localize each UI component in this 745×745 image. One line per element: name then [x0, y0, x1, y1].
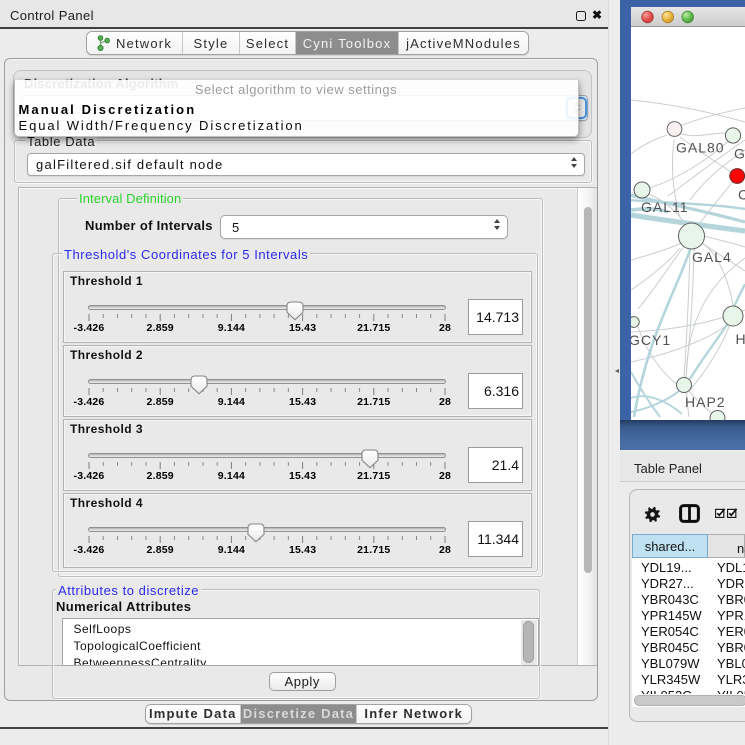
- svg-text:HAP2: HAP2: [685, 394, 726, 410]
- svg-text:G.: G.: [734, 146, 745, 162]
- svg-text:GAL4: GAL4: [692, 249, 732, 265]
- svg-text:C: C: [738, 187, 745, 203]
- svg-text:GCY1: GCY1: [631, 332, 671, 348]
- svg-text:GAL11: GAL11: [641, 199, 689, 215]
- svg-text:GAL80: GAL80: [676, 140, 725, 156]
- svg-text:H: H: [736, 331, 745, 347]
